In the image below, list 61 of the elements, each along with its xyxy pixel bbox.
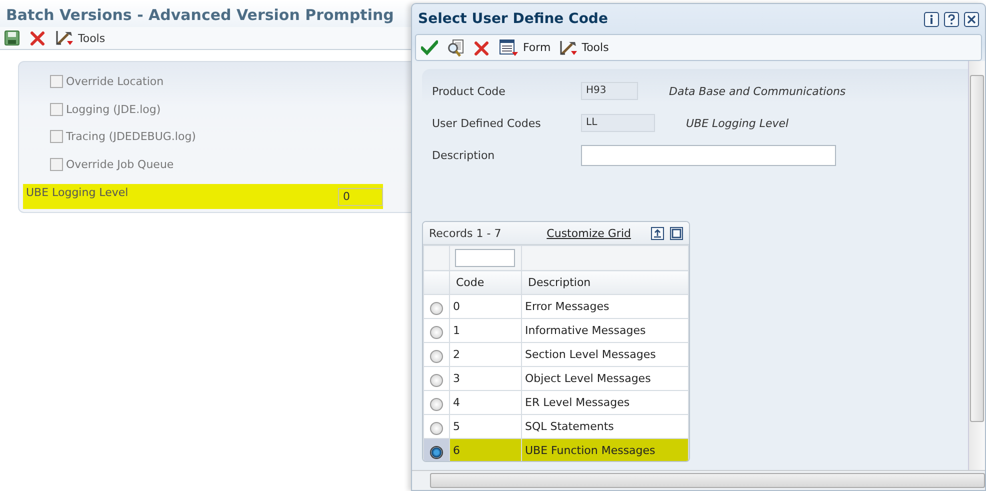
tools-menu-button[interactable]: Tools (560, 40, 609, 56)
customize-grid-link[interactable]: Customize Grid (546, 226, 631, 240)
tools-icon[interactable] (56, 30, 74, 46)
table-cell: 6 (450, 438, 522, 461)
radio-button[interactable] (430, 446, 443, 459)
field-label: User Defined Codes (432, 116, 542, 130)
radio-button[interactable] (430, 422, 443, 435)
tools-menu-button[interactable]: Tools (56, 30, 106, 46)
radio-button[interactable] (430, 398, 443, 411)
radio-button[interactable] (430, 350, 443, 363)
radio-button[interactable] (430, 374, 443, 387)
radio-button[interactable] (430, 326, 443, 339)
info-icon[interactable] (924, 12, 939, 26)
export-icon[interactable] (651, 226, 664, 240)
table-cell: ER Level Messages (522, 390, 688, 414)
maximize-icon[interactable] (670, 226, 683, 240)
checkbox[interactable] (50, 158, 63, 171)
column-header[interactable]: Code (450, 270, 522, 294)
radio-button[interactable] (430, 302, 443, 315)
table-cell: Error Messages (522, 294, 688, 318)
table-cell: 3 (450, 366, 522, 390)
table-cell: UBE Function Messages (522, 438, 688, 461)
save-icon[interactable] (4, 30, 20, 46)
table-cell: Informative Messages (522, 318, 688, 342)
vertical-scrollbar[interactable] (968, 61, 985, 470)
readonly-field: H93 (581, 82, 638, 100)
close-icon[interactable] (964, 12, 979, 26)
checkbox[interactable] (50, 130, 63, 144)
delete-icon[interactable] (474, 40, 490, 56)
checkbox[interactable] (50, 102, 63, 116)
table-cell: 4 (450, 390, 522, 414)
horizontal-scrollbar[interactable] (412, 470, 985, 490)
input-field[interactable]: 0 (338, 188, 383, 206)
table-cell: Object Level Messages (522, 366, 688, 390)
code-description: UBE Logging Level (686, 116, 789, 130)
checkbox-label: Override Job Queue (66, 158, 174, 171)
field-label: Description (432, 148, 496, 162)
filter-field[interactable] (455, 249, 515, 267)
table-cell: Section Level Messages (522, 342, 688, 366)
form-icon[interactable] (499, 38, 519, 56)
checkmark-icon[interactable] (421, 40, 438, 56)
checkbox[interactable] (50, 75, 63, 88)
form-menu-button[interactable]: Form (499, 38, 551, 56)
checkbox-label: Tracing (JDEDEBUG.log) (66, 130, 196, 144)
dialog-title: Select User Define Code (418, 11, 609, 27)
delete-icon[interactable] (30, 30, 46, 46)
help-icon[interactable] (944, 12, 959, 26)
checkbox-label: Override Location (66, 75, 164, 88)
search-icon[interactable] (447, 38, 465, 56)
readonly-field: LL (581, 114, 655, 132)
column-header[interactable]: Description (522, 270, 688, 294)
field-label: UBE Logging Level (26, 186, 130, 199)
table-cell: 0 (450, 294, 522, 318)
table-cell: 1 (450, 318, 522, 342)
table-cell: 2 (450, 342, 522, 366)
field-label: Product Code (432, 84, 506, 98)
records-count: Records 1 - 7 (429, 226, 502, 240)
input-field[interactable] (581, 144, 836, 166)
tools-icon[interactable] (560, 40, 578, 56)
checkbox-label: Logging (JDE.log) (66, 102, 161, 116)
code-description: Data Base and Communications (669, 84, 846, 98)
